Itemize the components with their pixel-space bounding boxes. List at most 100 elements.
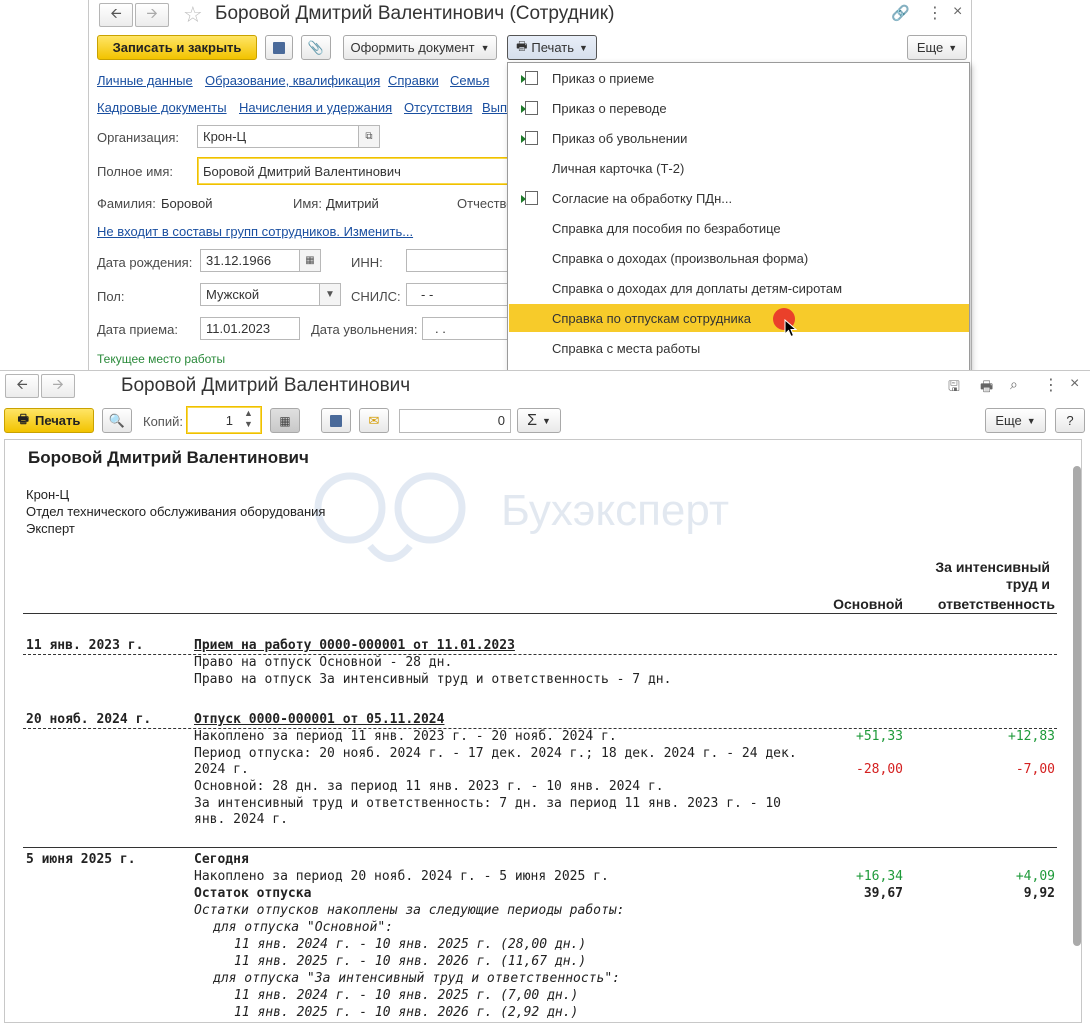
menu-item-personal-card[interactable]: Личная карточка (Т-2): [509, 154, 969, 182]
doc-arrow-icon: [521, 191, 538, 205]
print-menu-button[interactable]: 🖶 Печать ▼: [507, 35, 597, 60]
dropdown-arrow-icon: ▼: [1026, 415, 1036, 426]
menu-item-unemployment-cert[interactable]: Справка для пособия по безработице: [509, 214, 969, 242]
more-button[interactable]: Еще ▼: [907, 35, 967, 60]
fullname-label: Полное имя:: [97, 164, 173, 179]
sum-mode-button[interactable]: Σ ▼: [517, 408, 561, 433]
menu-item-hire-order[interactable]: Приказ о приеме: [509, 64, 969, 92]
link-hr-documents[interactable]: Кадровые документы: [97, 100, 227, 115]
dropdown-arrow-icon: ▼: [948, 42, 958, 53]
s1-line2: Право на отпуск За интенсивный труд и от…: [194, 672, 672, 687]
s3-header: Сегодня: [194, 852, 249, 867]
save-close-button[interactable]: Записать и закрыть: [97, 35, 257, 60]
calendar-icon: ▦: [305, 255, 315, 266]
printer-icon[interactable]: 🖶: [980, 376, 993, 400]
more-vertical-icon[interactable]: ⋮: [1043, 375, 1059, 395]
s3-note: Остатки отпусков накоплены за следующие …: [194, 903, 625, 918]
edit-mode-button[interactable]: ▦: [270, 408, 300, 433]
save-file-button[interactable]: [321, 408, 351, 433]
forward-button[interactable]: 🡪: [135, 3, 169, 27]
link-absences[interactable]: Отсутствия: [404, 100, 472, 115]
more-vertical-icon[interactable]: ⋮: [927, 3, 943, 23]
menu-item-label: Приказ о переводе: [552, 100, 667, 116]
forward-button[interactable]: 🡪: [41, 374, 75, 398]
s2-line2a: Период отпуска: 20 нояб. 2024 г. - 17 де…: [194, 746, 797, 761]
close-icon[interactable]: ×: [1070, 375, 1079, 393]
menu-item-dismissal-order[interactable]: Приказ об увольнении: [509, 124, 969, 152]
menu-item-label: Приказ об увольнении: [552, 130, 688, 146]
menu-item-pd-consent[interactable]: Согласие на обработку ПДн...: [509, 184, 969, 212]
gender-label: Пол:: [97, 289, 125, 304]
close-icon[interactable]: ×: [953, 3, 962, 21]
window-title: Боровой Дмитрий Валентинович (Сотрудник): [215, 3, 615, 24]
arrow-left-icon: 🡨: [110, 5, 122, 21]
dismiss-label: Дата увольнения:: [311, 322, 418, 337]
stepper-icon[interactable]: ▲ ▼: [244, 408, 253, 430]
arrow-left-icon: 🡨: [16, 376, 28, 392]
preview-button[interactable]: 🔍: [102, 408, 132, 433]
save-icon[interactable]: 🖫: [948, 376, 960, 400]
s3-top-divider: [23, 847, 1057, 848]
scrollbar-thumb[interactable]: [1073, 466, 1081, 946]
doc-arrow-icon: [521, 101, 538, 115]
report-document: Бухэксперт Боровой Дмитрий Валентинович …: [4, 439, 1082, 1023]
gender-dropdown-button[interactable]: ▼: [319, 283, 341, 306]
s2-date: 20 нояб. 2024 г.: [26, 712, 152, 727]
menu-item-label: Справка с места работы: [552, 340, 701, 356]
create-document-label: Оформить документ: [350, 40, 475, 55]
mouse-cursor-icon: [784, 319, 798, 338]
hire-field[interactable]: 11.01.2023: [200, 317, 300, 340]
menu-item-income-cert[interactable]: Справка о доходах (произвольная форма): [509, 244, 969, 272]
s3-vacation-intensive-period1: 11 янв. 2024 г. - 10 янв. 2025 г. (7,00 …: [234, 988, 579, 1003]
back-button[interactable]: 🡨: [99, 3, 133, 27]
help-button[interactable]: ?: [1055, 408, 1085, 433]
menu-item-work-cert[interactable]: Справка с места работы: [509, 334, 969, 362]
link-family[interactable]: Семья: [450, 73, 489, 88]
star-icon[interactable]: ☆: [183, 2, 203, 28]
s3-date: 5 июня 2025 г.: [26, 852, 136, 867]
more-button[interactable]: Еще ▼: [985, 408, 1046, 433]
birth-field[interactable]: 31.12.1966: [200, 249, 300, 272]
report-position: Эксперт: [26, 521, 75, 536]
s1-header: Прием на работу 0000-000001 от 11.01.202…: [194, 638, 515, 653]
link-education[interactable]: Образование, квалификация: [205, 73, 380, 88]
menu-item-vacation-cert[interactable]: Справка по отпускам сотрудника: [509, 304, 969, 332]
link-icon[interactable]: 🔗: [891, 4, 910, 22]
open-org-button[interactable]: ⧉: [358, 125, 380, 148]
print-label: Печать: [34, 413, 81, 428]
link-accruals[interactable]: Начисления и удержания: [239, 100, 392, 115]
report-window: 🡨 🡪 Боровой Дмитрий Валентинович 🖫 🖶 ⌕ ⋮…: [0, 370, 1090, 1025]
dismiss-field[interactable]: . .: [422, 317, 516, 340]
menu-item-label: Приказ о приеме: [552, 70, 655, 86]
link-payments[interactable]: Вып: [482, 100, 507, 115]
print-button[interactable]: 🖶 Печать: [4, 408, 94, 433]
create-document-button[interactable]: Оформить документ ▼: [343, 35, 497, 60]
s1-line1: Право на отпуск Основной - 28 дн.: [194, 655, 453, 670]
attach-button[interactable]: 📎: [301, 35, 331, 60]
printer-icon: 🖶: [17, 412, 29, 426]
s3-vacation-intensive-period2: 11 янв. 2025 г. - 10 янв. 2026 г. (2,92 …: [234, 1005, 579, 1020]
calendar-button[interactable]: ▦: [299, 249, 321, 272]
back-button[interactable]: 🡨: [5, 374, 39, 398]
link-certificates[interactable]: Справки: [388, 73, 439, 88]
gender-select[interactable]: Мужской: [200, 283, 320, 306]
menu-item-label: Справка о доходах (произвольная форма): [552, 250, 809, 266]
groups-link[interactable]: Не входит в составы групп сотрудников. И…: [97, 224, 413, 239]
dropdown-arrow-icon: ▼: [579, 42, 588, 53]
org-field[interactable]: Крон-Ц: [197, 125, 359, 148]
menu-item-transfer-order[interactable]: Приказ о переводе: [509, 94, 969, 122]
preview-icon[interactable]: ⌕: [1010, 376, 1018, 393]
menu-item-label: Справка по отпускам сотрудника: [552, 310, 751, 326]
report-org: Крон-Ц: [26, 487, 70, 502]
menu-item-orphans-income-cert[interactable]: Справка о доходах для доплаты детям-сиро…: [509, 274, 969, 302]
snils-field[interactable]: - -: [406, 283, 516, 306]
link-personal-data[interactable]: Личные данные: [97, 73, 193, 88]
sum-field[interactable]: 0: [399, 409, 511, 433]
s2-accrued-main: +51,33: [856, 729, 903, 744]
arrow-right-icon: 🡪: [52, 376, 64, 392]
fullname-field[interactable]: Боровой Дмитрий Валентинович: [197, 157, 517, 185]
col-intensive-header-2: труд и: [1005, 576, 1050, 592]
save-button[interactable]: [265, 35, 293, 60]
inn-field[interactable]: [406, 249, 516, 272]
send-email-button[interactable]: ✉: [359, 408, 389, 433]
